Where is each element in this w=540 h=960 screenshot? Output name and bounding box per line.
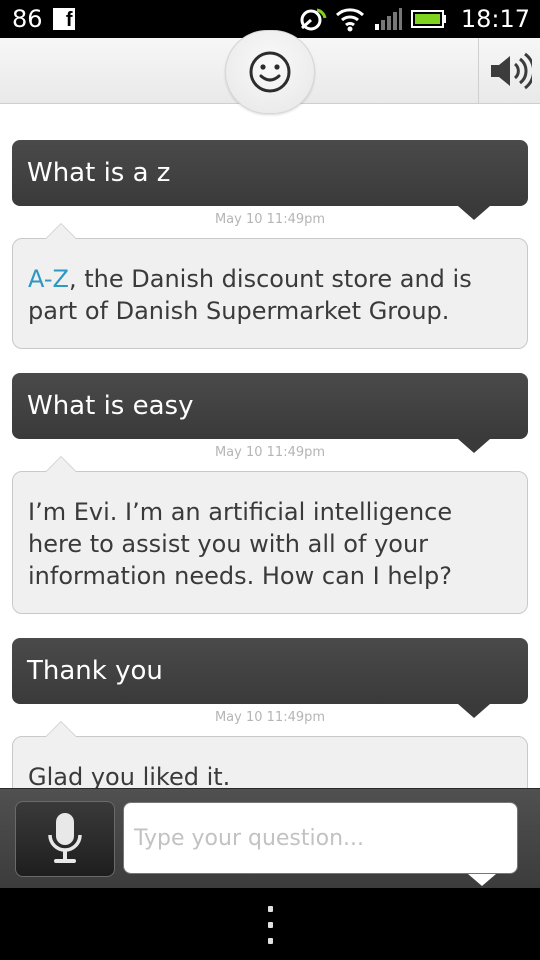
sync-icon: [300, 8, 327, 31]
timestamp: May 10 11:49pm: [214, 710, 326, 725]
question-text: Thank you: [27, 656, 163, 686]
menu-dot: [267, 906, 273, 912]
wifi-icon: [335, 8, 364, 32]
smiley-icon: [249, 51, 291, 93]
microphone-icon: [48, 813, 82, 863]
timestamp: May 10 11:49pm: [214, 212, 326, 227]
navigation-bar: [0, 888, 540, 960]
answer-tail: [45, 721, 77, 737]
microphone-button[interactable]: [15, 801, 115, 877]
facebook-icon: f: [52, 8, 75, 31]
evi-button[interactable]: [225, 30, 315, 114]
answer-tail: [45, 456, 77, 472]
question-text: What is a z: [27, 158, 171, 188]
answer-bubble: I’m Evi. I’m an artificial intelligence …: [12, 456, 528, 614]
answer-bubble: A-Z, the Danish discount store and is pa…: [12, 223, 528, 349]
question-text: What is easy: [27, 391, 194, 421]
menu-dots-icon[interactable]: [258, 906, 282, 944]
timestamp: May 10 11:49pm: [214, 445, 326, 460]
question-bubble: Thank you: [12, 638, 528, 718]
menu-dot: [267, 922, 273, 928]
question-bubble: What is easy: [12, 373, 528, 453]
chat-log[interactable]: What is a z May 10 11:49pm A-Z, the Dani…: [0, 104, 540, 788]
notification-count: 86: [12, 5, 43, 33]
answer-text: Glad you liked it.: [28, 763, 231, 788]
speaker-button[interactable]: [478, 38, 540, 104]
question-input[interactable]: [123, 802, 518, 874]
answer-text: I’m Evi. I’m an artificial intelligence …: [28, 498, 453, 590]
answer-text: , the Danish discount store and is part …: [28, 265, 472, 325]
answer-tail: [45, 223, 77, 239]
battery-icon: [410, 10, 446, 28]
menu-dot: [267, 938, 273, 944]
answer-bubble: Glad you liked it.: [12, 721, 528, 788]
status-right: 18:17: [299, 5, 530, 33]
answer-link[interactable]: A-Z: [28, 265, 69, 293]
question-bubble: What is a z: [12, 140, 528, 220]
speaker-icon: [490, 52, 532, 90]
status-left: 86 f: [12, 5, 75, 33]
input-bar: [0, 788, 540, 888]
input-tail: [468, 874, 496, 886]
clock: 18:17: [460, 5, 530, 33]
signal-icon: [374, 8, 402, 30]
question-input-wrap: [123, 802, 518, 886]
